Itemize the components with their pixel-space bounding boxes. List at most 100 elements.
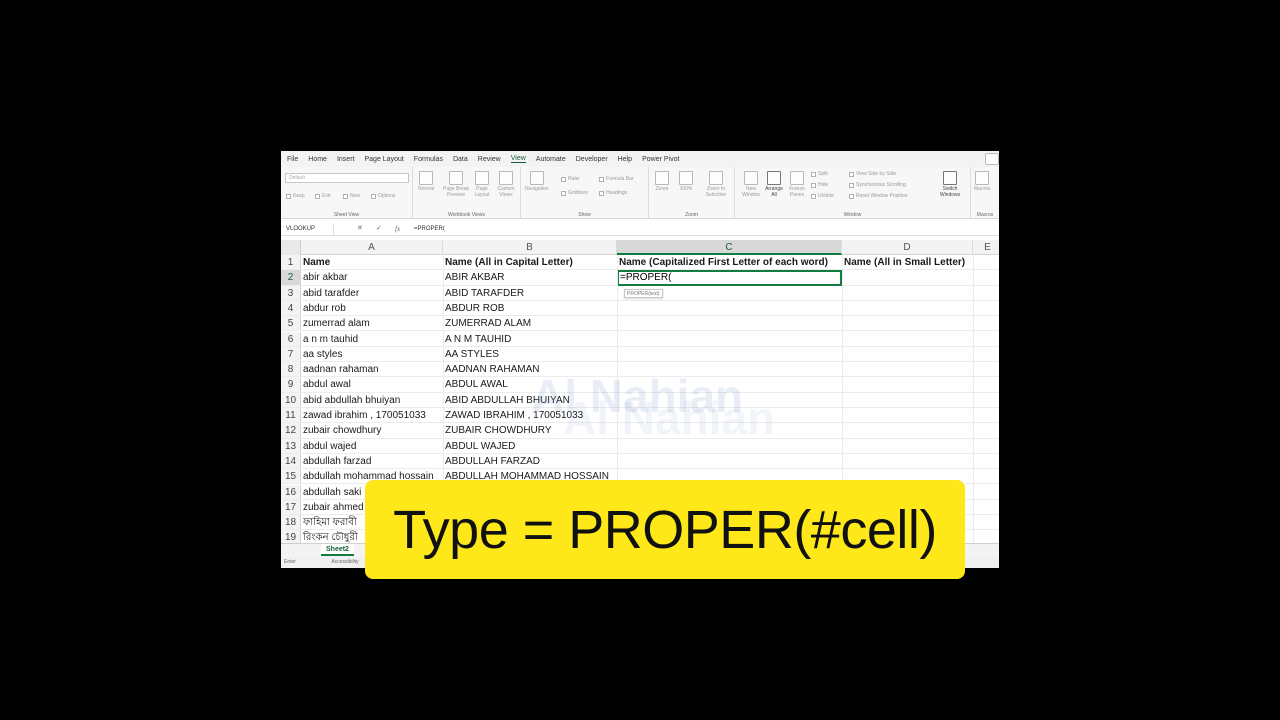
cell-b10[interactable]: ABID ABDULLAH BHUIYAN [443,393,570,407]
tab-file[interactable]: File [287,156,298,163]
comments-button[interactable] [985,153,999,165]
hide-button[interactable]: Hide [811,182,828,188]
tab-page-layout[interactable]: Page Layout [364,156,403,163]
sheet-view-combo[interactable]: Default [285,173,409,183]
cell-a16[interactable]: abdullah saki [301,485,361,499]
synchronous-scrolling-button[interactable]: Synchronous Scrolling [849,182,906,188]
macros-button[interactable]: Macros [974,171,990,192]
row-header[interactable]: 11 [281,408,301,423]
row-header[interactable]: 17 [281,499,301,515]
row-header[interactable]: 9 [281,377,301,392]
row-header[interactable]: 2 [281,270,301,285]
zoom-selection-button[interactable]: Zoom to Selection [701,171,731,198]
switch-windows-button[interactable]: Switch Windows [933,171,967,198]
row-header[interactable]: 14 [281,453,301,469]
cell-b11[interactable]: ZAWAD IBRAHIM , 170051033 [443,408,583,422]
cell-a10[interactable]: abid abdullah bhuiyan [301,393,400,407]
tab-view[interactable]: View [510,155,526,163]
name-box[interactable]: VLOOKUP [284,223,334,235]
cell-b5[interactable]: ZUMERRAD ALAM [443,316,531,330]
sheet-tab-sheet2[interactable]: Sheet2 [321,544,354,556]
headings-checkbox[interactable]: Headings [599,190,627,196]
cell-a9[interactable]: abdul awal [301,377,351,391]
accessibility-status[interactable]: Accessibility [331,559,358,565]
tab-power-pivot[interactable]: Power Pivot [642,156,679,163]
ruler-checkbox[interactable]: Ruler [561,176,580,182]
cell-a12[interactable]: zubair chowdhury [301,423,381,437]
cell-a11[interactable]: zawad ibrahim , 170051033 [301,408,426,422]
exit-button[interactable]: Exit [315,193,330,199]
tab-data[interactable]: Data [453,156,468,163]
tab-home[interactable]: Home [308,156,327,163]
zoom-button[interactable]: Zoom [655,171,669,192]
cell-a17[interactable]: zubair ahmed [301,500,364,514]
cell-a4[interactable]: abdur rob [301,301,346,315]
enter-icon[interactable]: ✓ [376,223,382,235]
column-header-e[interactable]: E [973,240,999,255]
tab-developer[interactable]: Developer [576,156,608,163]
row-header[interactable]: 10 [281,392,301,407]
cancel-icon[interactable]: ✕ [357,223,363,235]
row-header[interactable]: 15 [281,469,301,484]
view-side-by-side-button[interactable]: View Side by Side [849,171,896,177]
row-header[interactable]: 12 [281,423,301,438]
column-header-a[interactable]: A [301,240,443,255]
column-header-c[interactable]: C [617,240,842,255]
tab-insert[interactable]: Insert [337,156,355,163]
row-header[interactable]: 6 [281,331,301,346]
cell-a1[interactable]: Name [301,255,330,269]
new-window-button[interactable]: New Window [739,171,763,198]
tab-automate[interactable]: Automate [536,156,566,163]
column-header-d[interactable]: D [842,240,973,255]
unhide-button[interactable]: Unhide [811,193,834,199]
reset-window-position-button[interactable]: Reset Window Position [849,193,907,199]
row-header[interactable]: 13 [281,438,301,453]
gridlines-checkbox[interactable]: Gridlines [561,190,588,196]
cell-b2[interactable]: ABIR AKBAR [443,270,504,284]
row-header[interactable]: 8 [281,362,301,377]
tab-review[interactable]: Review [478,156,501,163]
options-button[interactable]: Options [371,193,395,199]
zoom-100-button[interactable]: 100% [679,171,693,192]
row-header[interactable]: 5 [281,316,301,331]
cell-a13[interactable]: abdul wajed [301,439,356,453]
page-layout-view-button[interactable]: Page Layout [471,171,493,198]
freeze-panes-button[interactable]: Freeze Panes [786,171,808,198]
normal-view-button[interactable]: Normal [418,171,434,192]
cell-b14[interactable]: ABDULLAH FARZAD [443,454,540,468]
page-break-preview-button[interactable]: Page Break Preview [441,171,471,198]
cell-a14[interactable]: abdullah farzad [301,454,371,468]
row-header[interactable]: 16 [281,484,301,499]
insert-function-icon[interactable]: fx [395,223,400,235]
cell-b4[interactable]: ABDUR ROB [443,301,504,315]
cell-b7[interactable]: AA STYLES [443,347,499,361]
row-header[interactable]: 1 [281,255,301,270]
row-header[interactable]: 3 [281,285,301,300]
cell-b12[interactable]: ZUBAIR CHOWDHURY [443,423,551,437]
custom-views-button[interactable]: Custom Views [495,171,517,198]
cell-a7[interactable]: aa styles [301,347,342,361]
split-button[interactable]: Split [811,171,828,177]
row-header[interactable]: 7 [281,346,301,362]
active-cell-c2[interactable]: =PROPER( [617,270,842,287]
row-header[interactable]: 18 [281,515,301,530]
cell-b3[interactable]: ABID TARAFDER [443,286,524,300]
cell-c1[interactable]: Name (Capitalized First Letter of each w… [617,255,828,269]
column-header-b[interactable]: B [443,240,617,255]
new-view-button[interactable]: New [343,193,360,199]
cell-b8[interactable]: AADNAN RAHAMAN [443,362,539,376]
arrange-all-button[interactable]: Arrange All [763,171,785,198]
cell-b9[interactable]: ABDUL AWAL [443,377,508,391]
navigation-button[interactable]: Navigation [525,171,549,192]
cell-d1[interactable]: Name (All in Small Letter) [842,255,965,269]
cell-a18[interactable]: ফাহিমা ফরাবী [301,515,357,529]
cell-a3[interactable]: abid tarafder [301,286,359,300]
cell-b1[interactable]: Name (All in Capital Letter) [443,255,573,269]
cell-a6[interactable]: a n m tauhid [301,332,358,346]
row-header[interactable]: 4 [281,300,301,316]
formula-bar-checkbox[interactable]: Formula Bar [599,176,634,182]
cell-b13[interactable]: ABDUL WAJED [443,439,515,453]
formula-input[interactable]: =PROPER( [414,223,445,235]
cell-b6[interactable]: A N M TAUHID [443,332,511,346]
keep-button[interactable]: Keep [286,193,305,199]
